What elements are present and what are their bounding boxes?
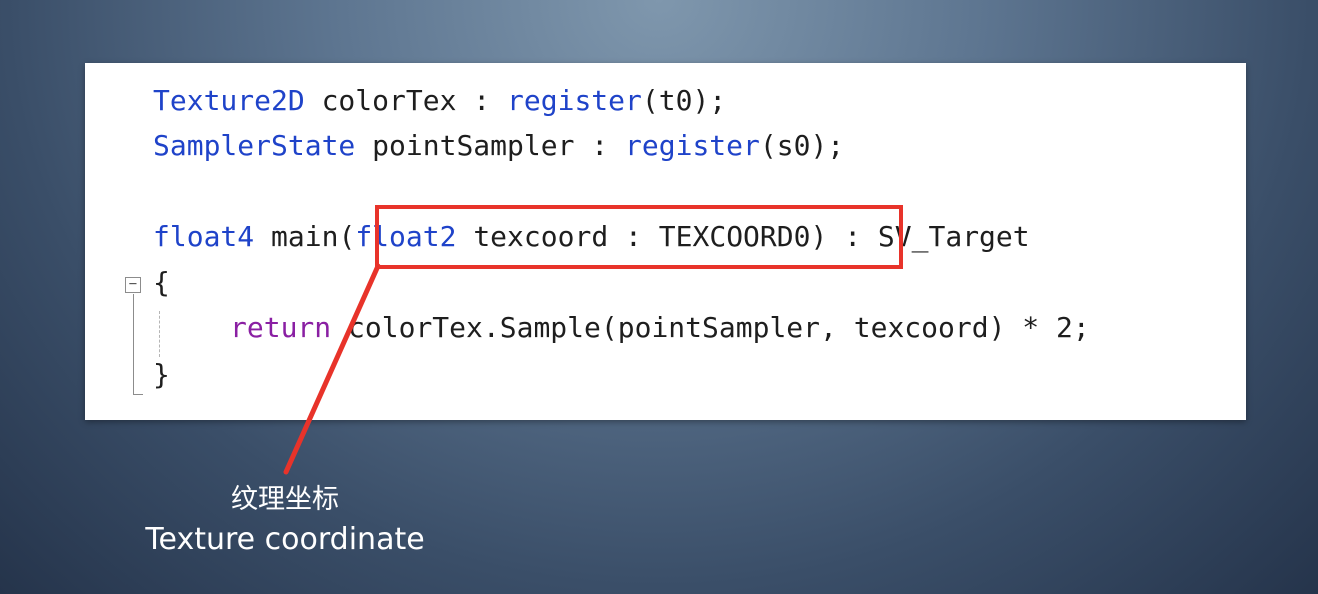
- caption-english: Texture coordinate: [145, 522, 425, 557]
- callout-line: [283, 263, 381, 475]
- caption-chinese: 纹理坐标: [231, 484, 339, 515]
